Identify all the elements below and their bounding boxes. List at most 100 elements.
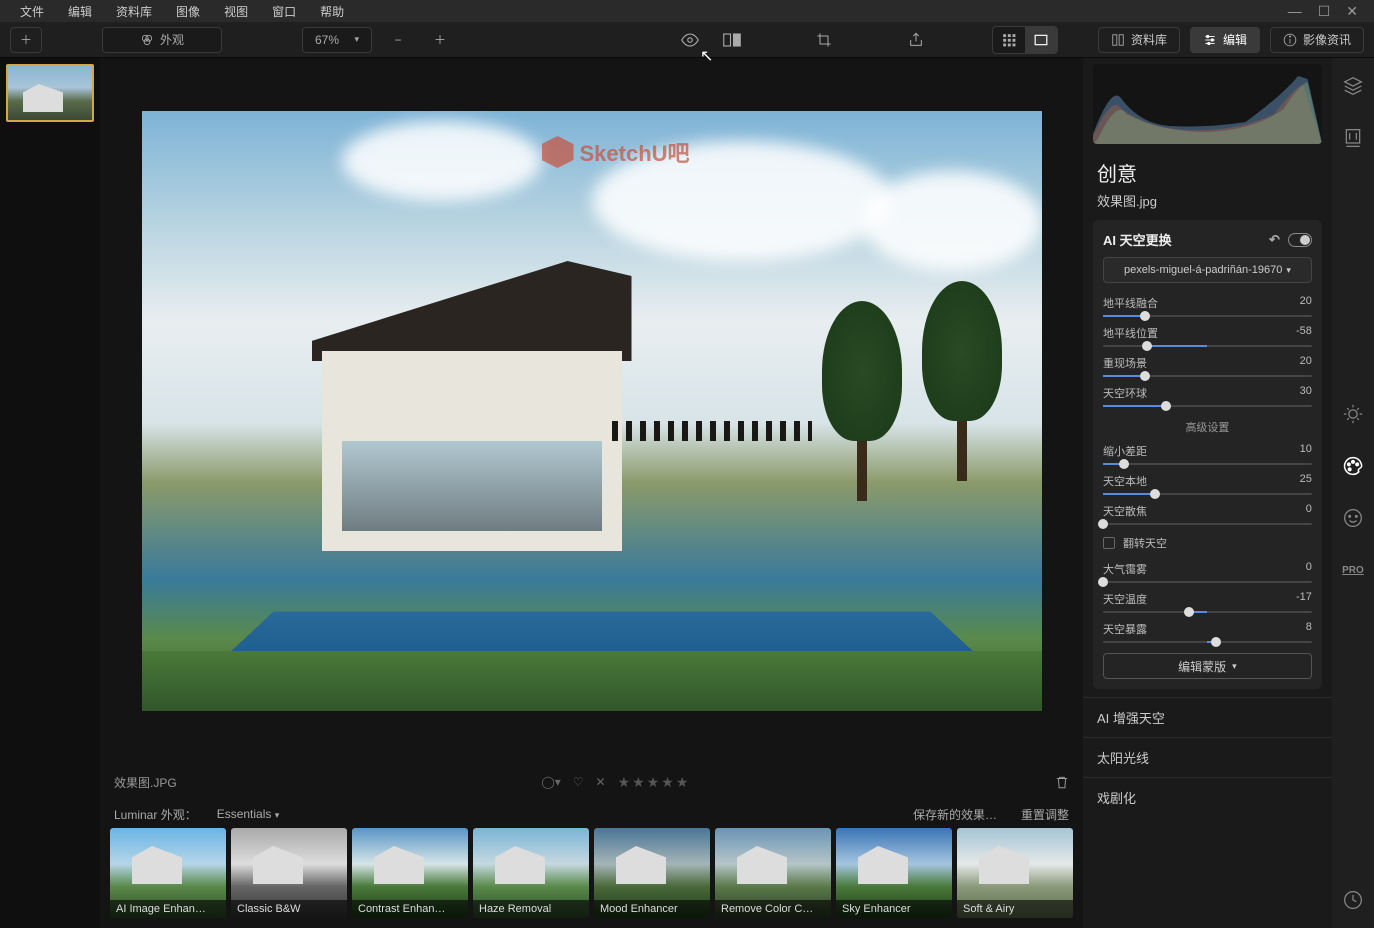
- preset-item[interactable]: Classic B&W: [231, 828, 347, 918]
- close-button[interactable]: ✕: [1346, 3, 1358, 20]
- color-tag-icon[interactable]: ◯▾: [541, 775, 560, 789]
- add-button[interactable]: ＋: [10, 27, 42, 53]
- slider-value: 25: [1300, 473, 1312, 489]
- grid-view-icon[interactable]: [993, 27, 1025, 53]
- slider-name: 天空环球: [1103, 385, 1147, 401]
- zoom-in-button[interactable]: ＋: [424, 27, 456, 53]
- tool-name: AI 天空更换: [1103, 230, 1172, 249]
- slider-thumb[interactable]: [1140, 311, 1150, 321]
- preset-item[interactable]: Contrast Enhan…: [352, 828, 468, 918]
- save-preset-button[interactable]: 保存新的效果…: [913, 806, 997, 823]
- slider-track[interactable]: [1103, 523, 1312, 525]
- slider-row[interactable]: 地平线位置-58: [1103, 321, 1312, 351]
- reject-icon[interactable]: ✕: [596, 775, 606, 789]
- slider-name: 天空暴露: [1103, 621, 1147, 637]
- menu-library[interactable]: 资料库: [104, 3, 164, 20]
- delete-icon[interactable]: [1055, 774, 1069, 790]
- pro-tab-icon[interactable]: PRO: [1339, 556, 1367, 584]
- preset-item[interactable]: Mood Enhancer: [594, 828, 710, 918]
- menu-image[interactable]: 图像: [164, 3, 212, 20]
- slider-track[interactable]: [1103, 641, 1312, 643]
- preset-item[interactable]: Remove Color C…: [715, 828, 831, 918]
- undo-icon[interactable]: ↶: [1269, 232, 1280, 248]
- slider-track[interactable]: [1103, 493, 1312, 495]
- slider-row[interactable]: 天空暴露8: [1103, 617, 1312, 647]
- info-mode-button[interactable]: 影像资讯: [1270, 27, 1364, 53]
- collapsed-tool[interactable]: 戏剧化: [1083, 777, 1332, 817]
- menu-window[interactable]: 窗口: [260, 3, 308, 20]
- preview-icon[interactable]: [674, 27, 706, 53]
- preset-item[interactable]: Soft & Airy: [957, 828, 1073, 918]
- advanced-divider[interactable]: 高级设置: [1103, 411, 1312, 439]
- slider-value: -17: [1296, 591, 1312, 607]
- preset-label: Soft & Airy: [957, 900, 1073, 918]
- slider-row[interactable]: 天空本地25: [1103, 469, 1312, 499]
- slider-track[interactable]: [1103, 345, 1312, 347]
- slider-thumb[interactable]: [1119, 459, 1129, 469]
- zoom-dropdown[interactable]: 67% ▾: [302, 27, 372, 53]
- slider-row[interactable]: 重现场景20: [1103, 351, 1312, 381]
- crop-icon[interactable]: [808, 27, 840, 53]
- slider-thumb[interactable]: [1211, 637, 1221, 647]
- slider-thumb[interactable]: [1142, 341, 1152, 351]
- preset-item[interactable]: AI Image Enhan…: [110, 828, 226, 918]
- slider-track[interactable]: [1103, 315, 1312, 317]
- presets-category[interactable]: Essentials ▾: [217, 807, 280, 821]
- slider-thumb[interactable]: [1184, 607, 1194, 617]
- slider-thumb[interactable]: [1150, 489, 1160, 499]
- collapsed-tool[interactable]: 太阳光线: [1083, 737, 1332, 777]
- zoom-out-button[interactable]: −: [382, 27, 414, 53]
- compare-icon[interactable]: [716, 27, 748, 53]
- reset-button[interactable]: 重置调整: [1021, 806, 1069, 823]
- slider-track[interactable]: [1103, 463, 1312, 465]
- edit-mode-button[interactable]: 编辑: [1190, 27, 1260, 53]
- minimize-button[interactable]: —: [1288, 3, 1302, 20]
- essentials-tab-icon[interactable]: [1339, 400, 1367, 428]
- library-mode-label: 资料库: [1131, 31, 1167, 48]
- slider-track[interactable]: [1103, 405, 1312, 407]
- sky-preset-dropdown[interactable]: pexels-miguel-á-padriñán-19670▾: [1103, 257, 1312, 283]
- toolbar: ＋ 外观 67% ▾ − ＋ 资料库: [0, 22, 1374, 58]
- layers-icon[interactable]: [1339, 72, 1367, 100]
- slider-row[interactable]: 天空温度-17: [1103, 587, 1312, 617]
- slider-row[interactable]: 天空环球 30: [1103, 381, 1312, 411]
- favorite-icon[interactable]: ♡: [573, 775, 584, 789]
- collapsed-tool[interactable]: AI 增强天空: [1083, 697, 1332, 737]
- menu-file[interactable]: 文件: [8, 3, 56, 20]
- slider-value: 30: [1300, 385, 1312, 401]
- creative-tab-icon[interactable]: [1339, 452, 1367, 480]
- slider-value: 10: [1300, 443, 1312, 459]
- export-icon[interactable]: [900, 27, 932, 53]
- slider-track[interactable]: [1103, 375, 1312, 377]
- slider-thumb[interactable]: [1140, 371, 1150, 381]
- portrait-tab-icon[interactable]: [1339, 504, 1367, 532]
- menu-help[interactable]: 帮助: [308, 3, 356, 20]
- slider-row[interactable]: 地平线融合20: [1103, 291, 1312, 321]
- menu-view[interactable]: 视图: [212, 3, 260, 20]
- library-mode-button[interactable]: 资料库: [1098, 27, 1180, 53]
- slider-thumb[interactable]: [1098, 577, 1108, 587]
- flip-sky-checkbox[interactable]: 翻转天空: [1103, 529, 1312, 557]
- tool-toggle[interactable]: [1288, 233, 1312, 247]
- main-image[interactable]: SketchU吧: [142, 111, 1042, 711]
- slider-track[interactable]: [1103, 611, 1312, 613]
- slider-thumb[interactable]: [1161, 401, 1171, 411]
- canvas-icon[interactable]: [1339, 124, 1367, 152]
- slider-track[interactable]: [1103, 581, 1312, 583]
- slider-row[interactable]: 天空散焦0: [1103, 499, 1312, 529]
- history-icon[interactable]: [1339, 886, 1367, 914]
- sky-replacement-tool: AI 天空更换 ↶ pexels-miguel-á-padriñán-19670…: [1093, 220, 1322, 689]
- maximize-button[interactable]: ☐: [1318, 3, 1331, 20]
- histogram[interactable]: [1093, 64, 1322, 144]
- single-view-icon[interactable]: [1025, 27, 1057, 53]
- slider-thumb[interactable]: [1098, 519, 1108, 529]
- menu-edit[interactable]: 编辑: [56, 3, 104, 20]
- rating-stars[interactable]: ★★★★★: [618, 774, 691, 791]
- slider-row[interactable]: 缩小差距10: [1103, 439, 1312, 469]
- edit-mask-button[interactable]: 编辑蒙版▾: [1103, 653, 1312, 679]
- preset-item[interactable]: Sky Enhancer: [836, 828, 952, 918]
- thumbnail[interactable]: [6, 64, 94, 122]
- slider-row[interactable]: 大气霭雾0: [1103, 557, 1312, 587]
- appearance-button[interactable]: 外观: [102, 27, 222, 53]
- preset-item[interactable]: Haze Removal: [473, 828, 589, 918]
